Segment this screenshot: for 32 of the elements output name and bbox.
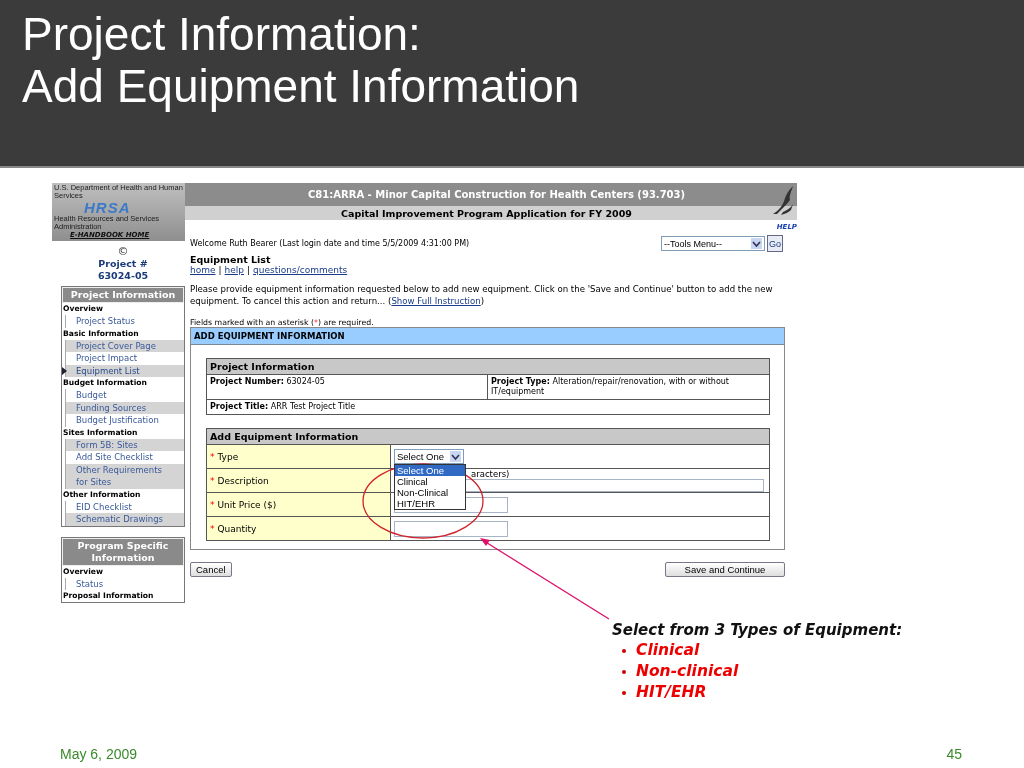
callout-item: Non-clinical [636, 661, 739, 682]
form-title-bar: ADD EQUIPMENT INFORMATION [191, 328, 784, 345]
table-heading: Project Information [207, 359, 769, 375]
field-label: * Description [207, 469, 391, 492]
instruction-text: Please provide equipment information requested below to add new equipment. Click on the 'Save and Continue' button to add the new equipment. To cancel this action and return... (Show Full Instruction) [190, 284, 774, 307]
table-cell: Project Number: 63024-05 [207, 375, 488, 399]
field-hint: aracters) [471, 469, 510, 479]
field-label: * Quantity [207, 517, 391, 540]
copyright-symbol: © [116, 245, 130, 258]
agency-logo: HRSA [83, 200, 132, 215]
panel-title: Project Information [62, 287, 184, 303]
link-separator: | [247, 265, 251, 275]
project-label: Project # [97, 258, 149, 270]
table-cell-text: Project Type: Alteration/repair/renovation, with or without IT/equipment [490, 376, 730, 398]
slide-title: Add Equipment Information [22, 60, 581, 112]
welcome-text: Welcome Ruth Bearer (Last login date and time 5/5/2009 4:31:00 PM) [190, 239, 470, 248]
page-title: Equipment List [190, 254, 272, 265]
page-number: 45 [946, 746, 962, 762]
callout-item: HIT/EHR [636, 682, 707, 703]
app-title: C81:ARRA - Minor Capital Construction for Health Centers (93.703) [308, 189, 686, 200]
app-subtitle: Capital Improvement Program Application for FY 2009 [341, 207, 632, 219]
table-heading: Add Equipment Information [207, 429, 769, 445]
panel-title: Program Specific Information [62, 537, 184, 566]
field-label: * Type [207, 445, 391, 468]
field-label: * Unit Price ($) [207, 493, 391, 516]
link-separator: | [218, 265, 222, 275]
callout-heading: Select from 3 Types of Equipment: [612, 620, 904, 640]
slide-date: May 6, 2009 [60, 746, 138, 762]
callout-item: Clinical [636, 640, 700, 661]
slide-title: Project Information: [22, 8, 422, 60]
table-cell-text: Project Title: ARR Test Project Title [209, 401, 357, 413]
project-number: 63024-05 [96, 270, 150, 282]
